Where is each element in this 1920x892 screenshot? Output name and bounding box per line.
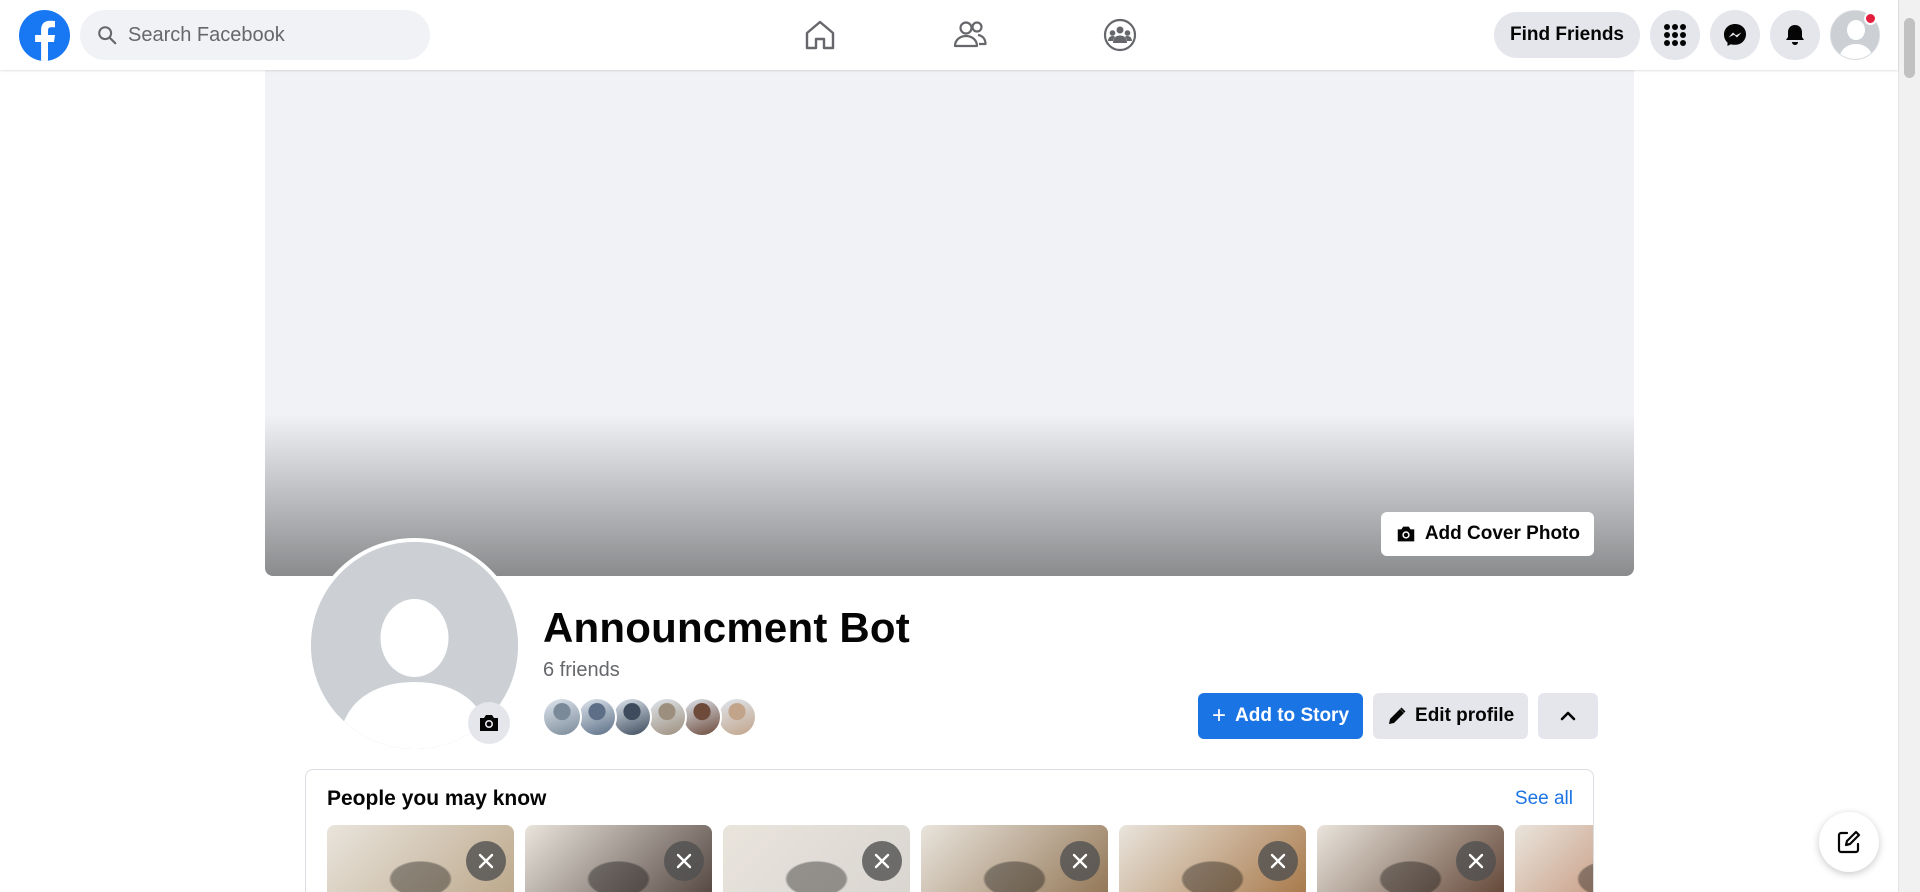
close-icon <box>478 853 494 869</box>
edit-profile-label: Edit profile <box>1415 705 1515 726</box>
add-cover-photo-button[interactable]: Add Cover Photo <box>1380 512 1594 556</box>
notifications-button[interactable] <box>1770 10 1820 60</box>
new-message-button[interactable] <box>1819 812 1879 872</box>
cover-photo-area: Add Cover Photo <box>265 70 1634 576</box>
find-friends-button[interactable]: Find Friends <box>1494 12 1640 58</box>
add-to-story-label: Add to Story <box>1235 705 1350 726</box>
camera-icon <box>480 715 498 731</box>
collapse-button[interactable] <box>1538 693 1599 739</box>
friend-count[interactable]: 6 friends <box>543 659 620 682</box>
scrollbar-thumb[interactable] <box>1904 18 1915 78</box>
plus-icon: + <box>1212 702 1227 729</box>
dismiss-suggestion-button[interactable] <box>664 841 704 881</box>
search-icon <box>98 26 117 45</box>
compose-icon <box>1837 830 1861 854</box>
friend-avatar[interactable] <box>682 697 722 737</box>
account-controls: Find Friends <box>1494 10 1880 60</box>
update-profile-picture-button[interactable] <box>468 702 510 744</box>
notifications-icon <box>1786 25 1804 45</box>
pencil-icon <box>1389 707 1406 724</box>
search-input[interactable] <box>128 23 408 47</box>
groups-icon <box>1103 18 1137 52</box>
close-icon <box>1468 853 1484 869</box>
pymk-title: People you may know <box>327 787 547 810</box>
menu-grid-icon <box>1664 24 1686 46</box>
people-you-may-know-panel: People you may know See all <box>305 769 1594 892</box>
pymk-card[interactable] <box>1119 825 1306 892</box>
main-nav-tabs <box>760 0 1210 70</box>
pymk-card[interactable] <box>1317 825 1504 892</box>
pymk-card[interactable] <box>921 825 1108 892</box>
notification-dot <box>1864 12 1877 25</box>
facebook-f-icon <box>35 20 55 61</box>
friends-icon <box>953 21 987 48</box>
top-navigation-bar: Find Friends <box>0 0 1898 70</box>
search-bar[interactable] <box>80 10 430 60</box>
chevron-up-icon <box>1560 711 1576 721</box>
add-cover-photo-label: Add Cover Photo <box>1424 523 1580 544</box>
tab-friends[interactable] <box>910 0 1030 70</box>
friend-avatar[interactable] <box>577 697 617 737</box>
page-scrollbar[interactable] <box>1898 0 1920 892</box>
friend-avatar[interactable] <box>647 697 687 737</box>
friend-avatar-stack <box>542 697 757 739</box>
friend-avatar[interactable] <box>542 697 582 737</box>
edit-profile-button[interactable]: Edit profile <box>1373 693 1529 739</box>
tab-groups[interactable] <box>1060 0 1180 70</box>
dismiss-suggestion-button[interactable] <box>862 841 902 881</box>
add-to-story-button[interactable]: + Add to Story <box>1198 693 1364 739</box>
messenger-icon <box>1724 24 1746 46</box>
close-icon <box>1072 853 1088 869</box>
close-icon <box>1270 853 1286 869</box>
home-icon <box>805 20 835 50</box>
dismiss-suggestion-button[interactable] <box>1258 841 1298 881</box>
close-icon <box>676 853 692 869</box>
pymk-card[interactable] <box>525 825 712 892</box>
close-icon <box>874 853 890 869</box>
camera-icon <box>1397 526 1415 542</box>
profile-name: Announcment Bot <box>543 604 910 651</box>
friend-avatar[interactable] <box>612 697 652 737</box>
pymk-card-list <box>327 825 1593 892</box>
facebook-logo[interactable] <box>19 10 70 61</box>
dismiss-suggestion-button[interactable] <box>1060 841 1100 881</box>
profile-actions: + Add to Story Edit profile <box>1198 693 1599 739</box>
menu-button[interactable] <box>1650 10 1700 60</box>
pymk-card[interactable] <box>1515 825 1593 892</box>
friend-avatar[interactable] <box>717 697 757 737</box>
dismiss-suggestion-button[interactable] <box>466 841 506 881</box>
messenger-button[interactable] <box>1710 10 1760 60</box>
see-all-link[interactable]: See all <box>1515 788 1573 810</box>
pymk-card[interactable] <box>723 825 910 892</box>
dismiss-suggestion-button[interactable] <box>1456 841 1496 881</box>
tab-home[interactable] <box>760 0 880 70</box>
pymk-card[interactable] <box>327 825 514 892</box>
